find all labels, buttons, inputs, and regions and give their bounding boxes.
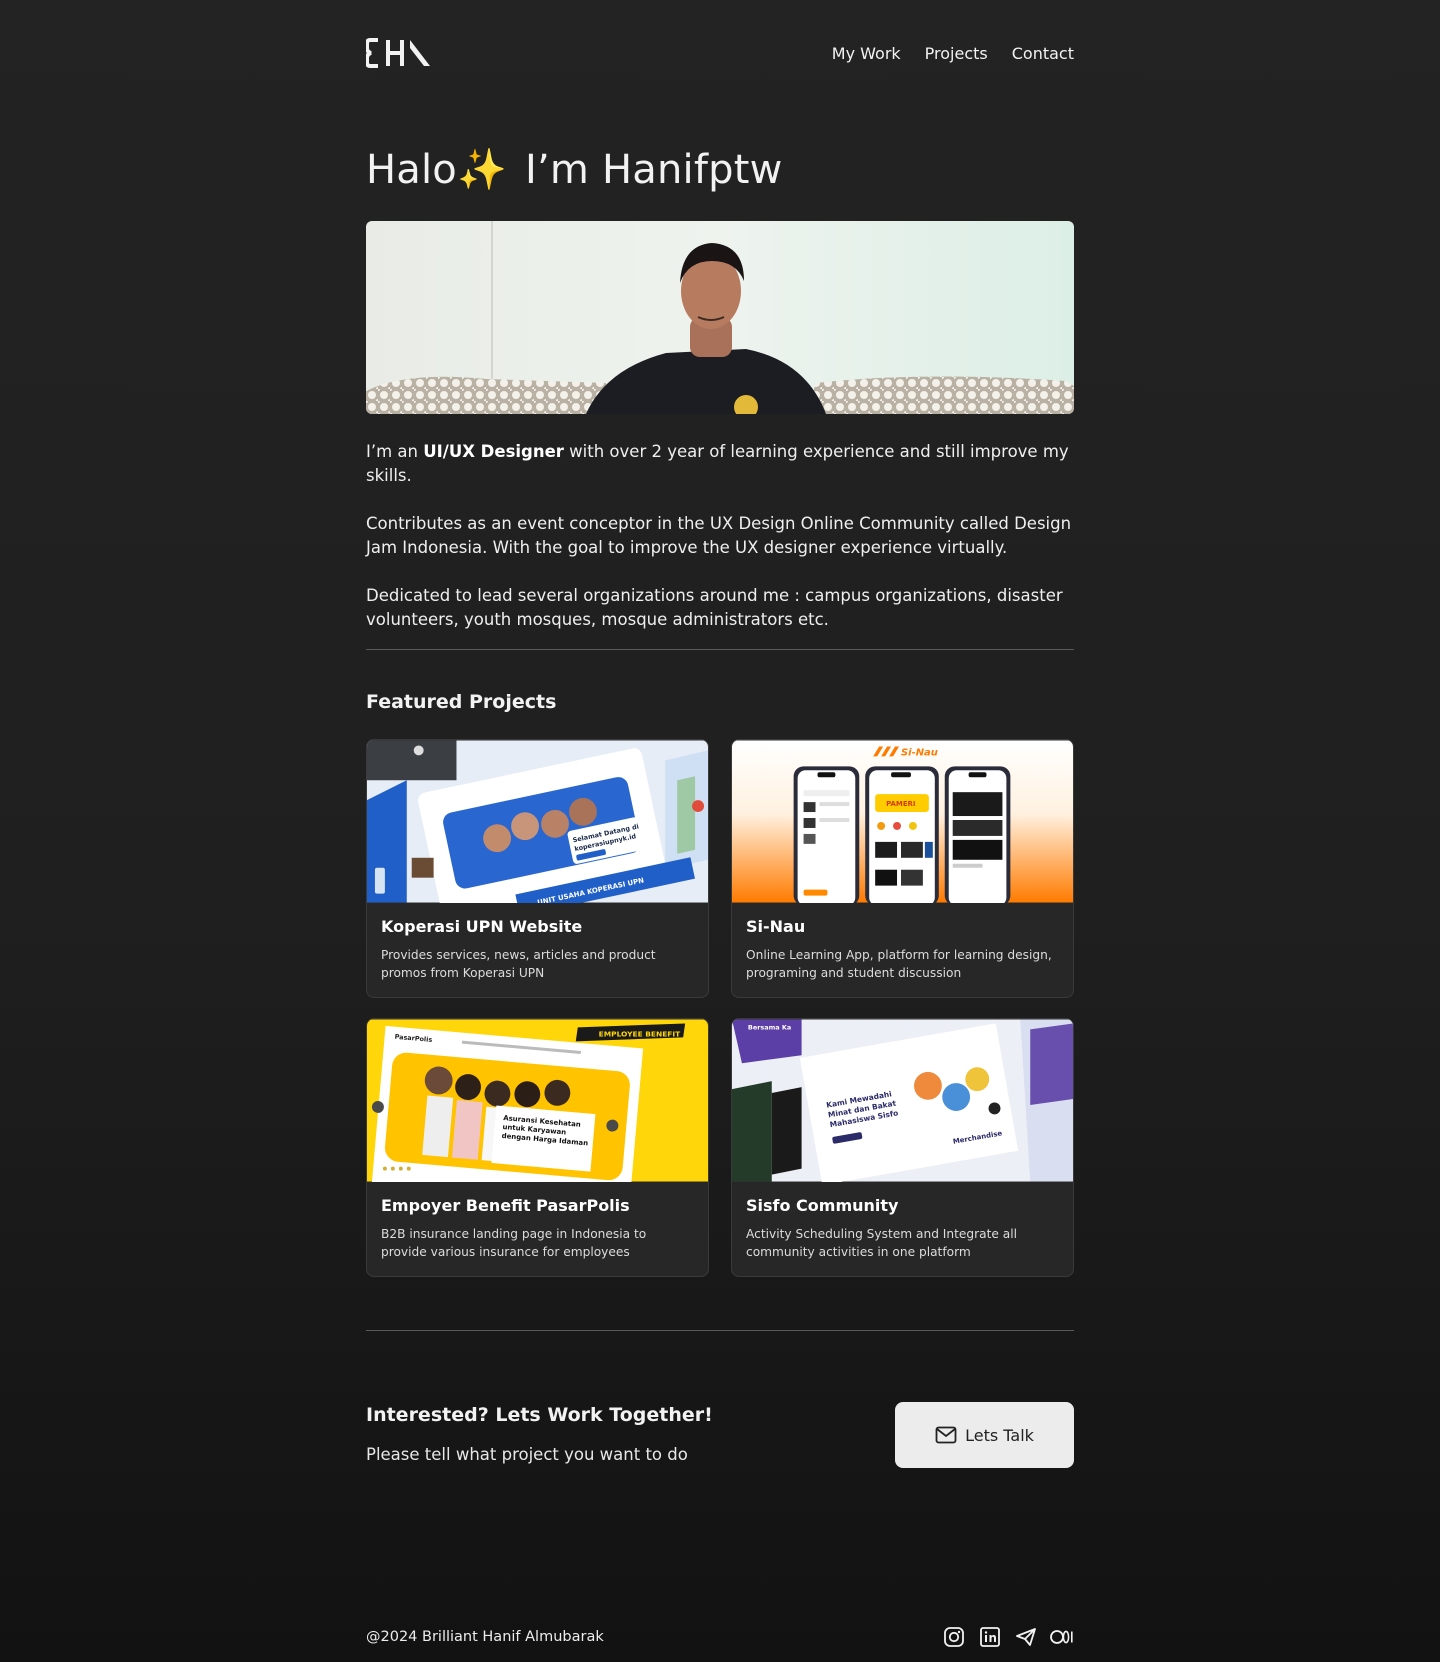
divider [366, 649, 1074, 650]
card-title: Empoyer Benefit PasarPolis [381, 1196, 630, 1215]
copyright: @2024 Brilliant Hanif Almubarak [366, 1629, 604, 1645]
nav-projects[interactable]: Projects [925, 44, 988, 63]
card-title: Sisfo Community [746, 1196, 899, 1215]
card-body: Empoyer Benefit PasarPolis B2B insurance… [367, 1182, 708, 1261]
page: My Work Projects Contact Halo✨ I’m Hanifp… [366, 0, 1074, 1662]
bio-paragraph-2: Contributes as an event conceptor in the… [366, 514, 1072, 557]
sinau-thumb-logo: Si-Nau [901, 747, 938, 758]
nav-my-work[interactable]: My Work [832, 44, 901, 63]
project-card-koperasi[interactable]: Selamat Datang di koperasiupnyk.id UNIT … [366, 739, 709, 998]
name-line: I’m Hanifptw [524, 147, 783, 193]
lets-talk-label: Lets Talk [965, 1425, 1034, 1445]
card-desc: Activity Scheduling System and Integrate… [746, 1227, 1018, 1259]
project-card-pasarpolis[interactable]: EMPLOYEE BENEFIT PasarPolis Asuransi Kes… [366, 1018, 709, 1277]
nav-contact[interactable]: Contact [1012, 44, 1074, 63]
featured-projects-title: Featured Projects [366, 691, 557, 713]
mail-icon [935, 1426, 957, 1444]
card-desc: Provides services, news, articles and pr… [381, 948, 656, 980]
pasarpolis-thumb-tag: EMPLOYEE BENEFIT [599, 1029, 682, 1038]
bio-paragraph-3: Dedicated to lead several organizations … [366, 586, 1063, 629]
top-nav: My Work Projects Contact [366, 36, 1074, 70]
instagram-icon[interactable] [942, 1625, 966, 1649]
koperasi-thumbnail: Selamat Datang di koperasiupnyk.id UNIT … [367, 740, 708, 903]
project-card-sinau[interactable]: Si-Nau PAMERI Si-Nau Online Learning App… [731, 739, 1074, 998]
nav-links: My Work Projects Contact [832, 44, 1074, 63]
bio-role: UI/UX Designer [423, 442, 564, 461]
bio-p1-prefix: I’m an [366, 442, 424, 461]
logo[interactable] [366, 36, 432, 70]
pasarpolis-thumbnail: EMPLOYEE BENEFIT PasarPolis Asuransi Kes… [367, 1019, 708, 1182]
card-desc: Online Learning App, platform for learni… [746, 948, 1052, 980]
cta-subtitle: Please tell what project you want to do [366, 1445, 688, 1464]
card-desc: B2B insurance landing page in Indonesia … [381, 1227, 647, 1259]
card-title: Koperasi UPN Website [381, 917, 583, 936]
project-card-sisfo[interactable]: Bersama Ka Kami Mewadahi Minat dan Bakat… [731, 1018, 1074, 1277]
greeting: Halo✨ [366, 147, 507, 193]
hero-title: Halo✨ I’m Hanifptw [366, 146, 783, 193]
card-body: Si-Nau Online Learning App, platform for… [732, 903, 1073, 982]
telegram-icon[interactable] [1014, 1625, 1038, 1649]
card-body: Sisfo Community Activity Scheduling Syst… [732, 1182, 1073, 1261]
profile-photo [366, 221, 1074, 414]
card-title: Si-Nau [746, 917, 806, 936]
sinau-thumb-badge: PAMERI [886, 800, 915, 808]
cta-title: Interested? Lets Work Together! [366, 1404, 713, 1426]
sinau-thumbnail: Si-Nau PAMERI [732, 740, 1073, 903]
linkedin-icon[interactable] [978, 1625, 1002, 1649]
projects-grid: Selamat Datang di koperasiupnyk.id UNIT … [366, 739, 1074, 1277]
social-links [942, 1625, 1074, 1649]
lets-talk-button[interactable]: Lets Talk [895, 1402, 1074, 1468]
bio: I’m an UI/UX Designer with over 2 year o… [366, 440, 1074, 656]
footer: @2024 Brilliant Hanif Almubarak [366, 1625, 1074, 1649]
medium-icon[interactable] [1050, 1625, 1074, 1649]
sisfo-thumb-top: Bersama Ka [748, 1023, 791, 1031]
profile-photo-illustration [366, 221, 1074, 414]
divider [366, 1330, 1074, 1331]
sisfo-thumbnail: Bersama Ka Kami Mewadahi Minat dan Bakat… [732, 1019, 1073, 1182]
bio-paragraph-1: I’m an UI/UX Designer with over 2 year o… [366, 440, 1074, 488]
card-body: Koperasi UPN Website Provides services, … [367, 903, 708, 982]
